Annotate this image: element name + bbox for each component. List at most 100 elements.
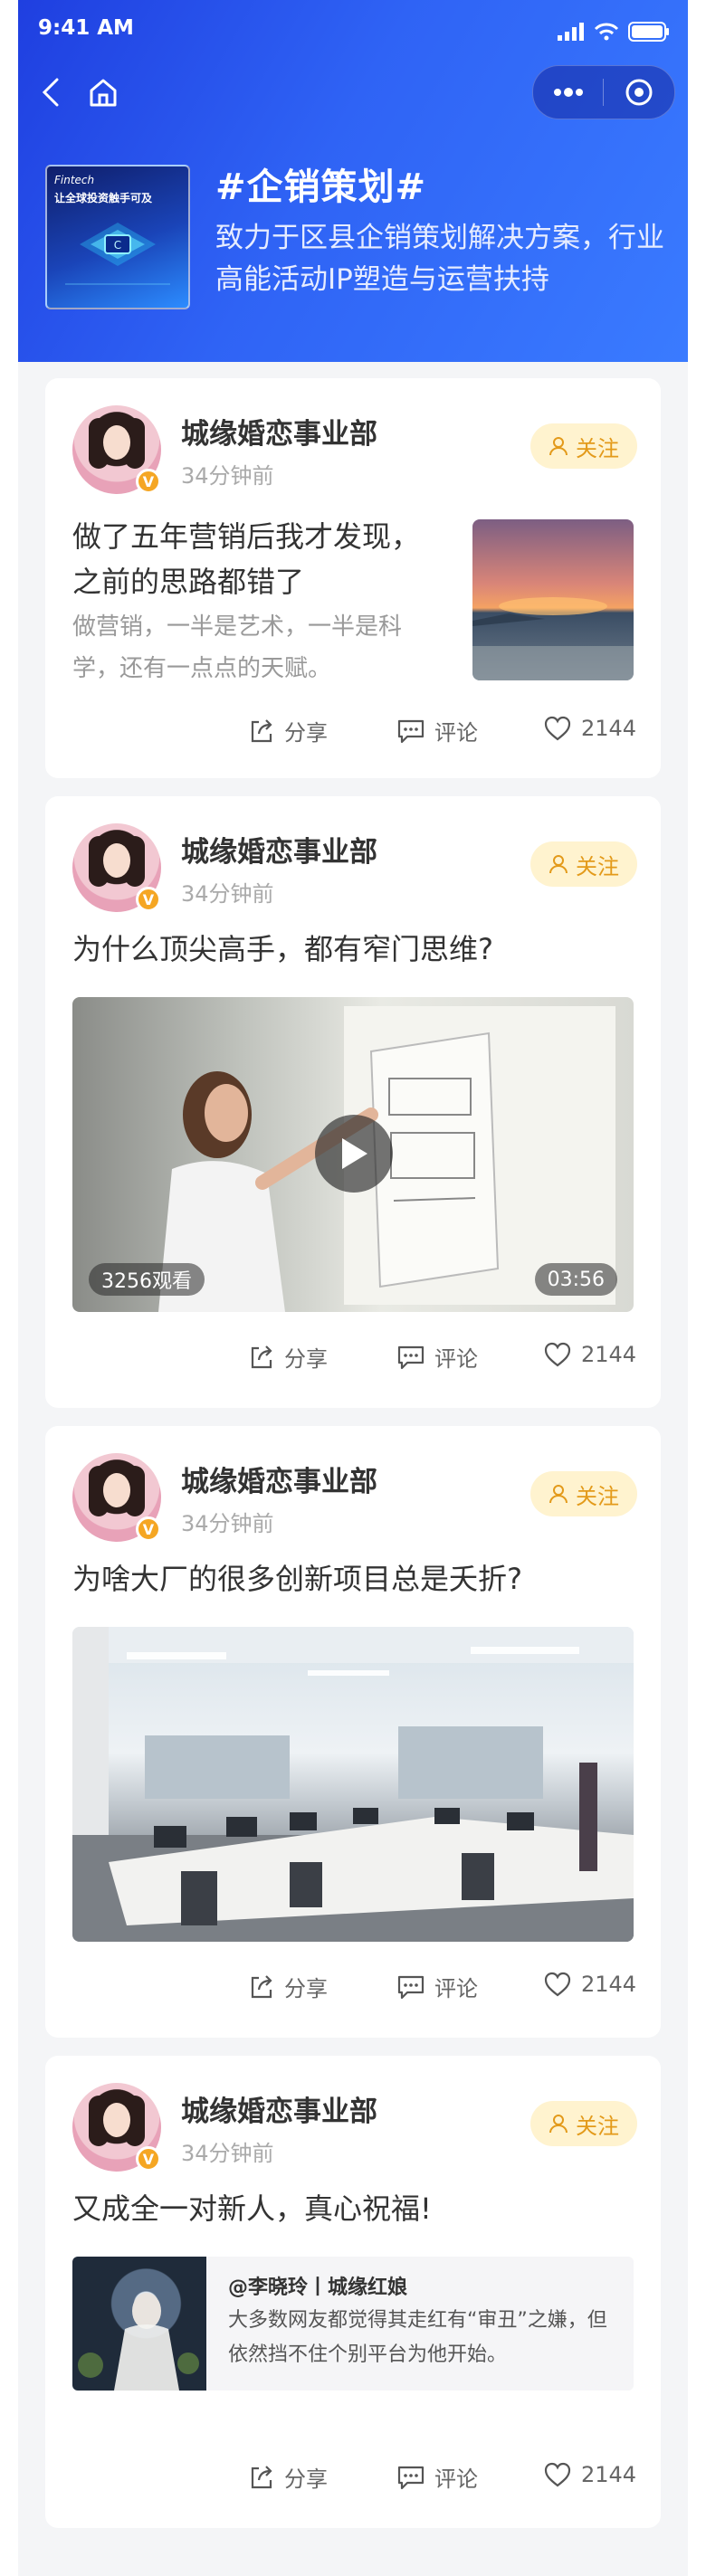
verified-badge-icon: V xyxy=(136,887,161,912)
post-title[interactable]: 为什么顶尖高手，都有窄门思维? xyxy=(72,927,634,972)
verified-badge-icon: V xyxy=(136,469,161,494)
video-player[interactable]: 3256观看 03:56 xyxy=(72,997,634,1312)
topic-description: 致力于区县企销策划解决方案，行业高能活动IP塑造与运营扶持 xyxy=(215,222,664,296)
topic-title: #企销策划# xyxy=(215,166,427,208)
avatar[interactable]: V xyxy=(72,1453,161,1542)
more-button[interactable] xyxy=(533,66,603,119)
avatar[interactable]: V xyxy=(72,405,161,494)
post-actions: 分享 评论 2144 xyxy=(45,1971,661,2007)
topic-cover-image: Fintech 让全球投资触手可及 C xyxy=(45,165,190,309)
chip-graphic: C xyxy=(65,223,170,285)
office-photo xyxy=(72,1627,634,1942)
verified-badge-icon: V xyxy=(136,2146,161,2172)
share-icon xyxy=(251,1345,272,1368)
user-icon xyxy=(549,437,568,456)
share-button[interactable]: 分享 xyxy=(248,1341,328,1373)
post-card[interactable]: V 城缘婚恋事业部 34分钟前 关注 做了五年营销后我才发现，之前的思路都错了 … xyxy=(45,378,661,778)
follow-label: 关注 xyxy=(576,2113,619,2139)
share-label: 分享 xyxy=(284,2467,328,2492)
comment-label: 评论 xyxy=(434,2467,478,2492)
heart-icon xyxy=(544,2462,571,2487)
post-title[interactable]: 为啥大厂的很多创新项目总是夭折? xyxy=(72,1556,634,1602)
heart-icon xyxy=(544,716,571,741)
wedding-photo xyxy=(78,2293,199,2391)
wifi-icon xyxy=(594,23,619,41)
author-name[interactable]: 城缘婚恋事业部 xyxy=(181,829,377,870)
post-time: 34分钟前 xyxy=(181,1511,274,1536)
target-icon xyxy=(625,79,652,106)
like-button[interactable]: 2144 xyxy=(543,1971,636,1998)
comment-icon xyxy=(397,1975,425,1999)
follow-label: 关注 xyxy=(576,853,619,879)
mini-program-capsule xyxy=(532,65,675,119)
follow-button[interactable]: 关注 xyxy=(530,2101,637,2146)
comment-label: 评论 xyxy=(434,1346,478,1372)
post-title[interactable]: 又成全一对新人，真心祝福! xyxy=(72,2186,634,2231)
follow-button[interactable]: 关注 xyxy=(530,1471,637,1516)
quoted-post-text: 大多数网友都觉得其走红有“审丑”之嫌，但依然挡不住个别平台为他开始。 xyxy=(228,2309,607,2366)
like-button[interactable]: 2144 xyxy=(543,715,636,742)
post-thumbnail[interactable] xyxy=(472,519,634,680)
heart-icon xyxy=(544,1972,571,1997)
quoted-post-image xyxy=(72,2257,206,2391)
author-name[interactable]: 城缘婚恋事业部 xyxy=(181,1459,377,1499)
like-button[interactable]: 2144 xyxy=(543,2461,636,2488)
author-name[interactable]: 城缘婚恋事业部 xyxy=(181,2088,377,2129)
post-title[interactable]: 做了五年营销后我才发现，之前的思路都错了 xyxy=(72,514,425,604)
share-label: 分享 xyxy=(284,1976,328,2001)
comment-label: 评论 xyxy=(434,720,478,746)
heart-icon xyxy=(544,1342,571,1367)
comment-button[interactable]: 评论 xyxy=(396,1971,478,2002)
more-dots-icon xyxy=(553,88,583,97)
post-image[interactable] xyxy=(72,1627,634,1942)
follow-label: 关注 xyxy=(576,1483,619,1509)
chevron-left-icon xyxy=(42,78,59,107)
post-time: 34分钟前 xyxy=(181,881,274,907)
page: 9:41 AM Fintech 让全球投资触手可及 C #企销策划# 致力于区县… xyxy=(18,0,688,2576)
post-card[interactable]: V 城缘婚恋事业部 34分钟前 关注 为啥大厂的很多创新项目总是夭折? 分享 评… xyxy=(45,1426,661,2038)
comment-button[interactable]: 评论 xyxy=(396,2461,478,2493)
follow-button[interactable]: 关注 xyxy=(530,841,637,887)
like-button[interactable]: 2144 xyxy=(543,1341,636,1368)
comment-icon xyxy=(397,2466,425,2489)
comment-button[interactable]: 评论 xyxy=(396,1341,478,1373)
status-icons xyxy=(558,22,670,42)
sunset-photo xyxy=(472,597,634,680)
comment-button[interactable]: 评论 xyxy=(396,715,478,746)
play-icon xyxy=(342,1138,367,1169)
share-button[interactable]: 分享 xyxy=(248,2461,328,2493)
follow-button[interactable]: 关注 xyxy=(530,423,637,469)
video-duration-badge: 03:56 xyxy=(534,1263,617,1296)
post-card[interactable]: V 城缘婚恋事业部 34分钟前 关注 又成全一对新人，真心祝福! @李晓玲丨城缘… xyxy=(45,2056,661,2528)
quoted-post-author: @李晓玲丨城缘红娘 xyxy=(228,2277,408,2299)
post-card[interactable]: V 城缘婚恋事业部 34分钟前 关注 为什么顶尖高手，都有窄门思维? 3256观… xyxy=(45,796,661,1408)
avatar[interactable]: V xyxy=(72,2083,161,2172)
post-actions: 分享 评论 2144 xyxy=(45,1341,661,1377)
share-label: 分享 xyxy=(284,720,328,746)
close-program-button[interactable] xyxy=(604,66,673,119)
post-summary: 做营销，一半是艺术，一半是科学，还有一点点的天赋。 xyxy=(72,613,403,682)
avatar[interactable]: V xyxy=(72,823,161,912)
like-count: 2144 xyxy=(581,2462,637,2487)
like-count: 2144 xyxy=(581,1972,637,1997)
play-button[interactable] xyxy=(315,1115,393,1193)
view-count-badge: 3256观看 xyxy=(89,1263,205,1296)
post-actions: 分享 评论 2144 xyxy=(45,715,661,751)
verified-badge-icon: V xyxy=(136,1516,161,1542)
status-bar: 9:41 AM xyxy=(18,0,688,62)
quoted-post[interactable]: @李晓玲丨城缘红娘 大多数网友都觉得其走红有“审丑”之嫌，但依然挡不住个别平台为… xyxy=(72,2257,634,2391)
home-icon xyxy=(90,79,117,107)
share-button[interactable]: 分享 xyxy=(248,715,328,746)
comment-icon xyxy=(397,1345,425,1369)
share-button[interactable]: 分享 xyxy=(248,1971,328,2002)
post-time: 34分钟前 xyxy=(181,2141,274,2166)
author-name[interactable]: 城缘婚恋事业部 xyxy=(181,411,377,452)
like-count: 2144 xyxy=(581,716,637,741)
share-icon xyxy=(251,2465,272,2488)
home-button[interactable] xyxy=(83,72,123,112)
user-icon xyxy=(549,2115,568,2134)
share-icon xyxy=(251,1974,272,1998)
user-icon xyxy=(549,855,568,874)
comment-icon xyxy=(397,719,425,743)
back-button[interactable] xyxy=(31,72,71,112)
